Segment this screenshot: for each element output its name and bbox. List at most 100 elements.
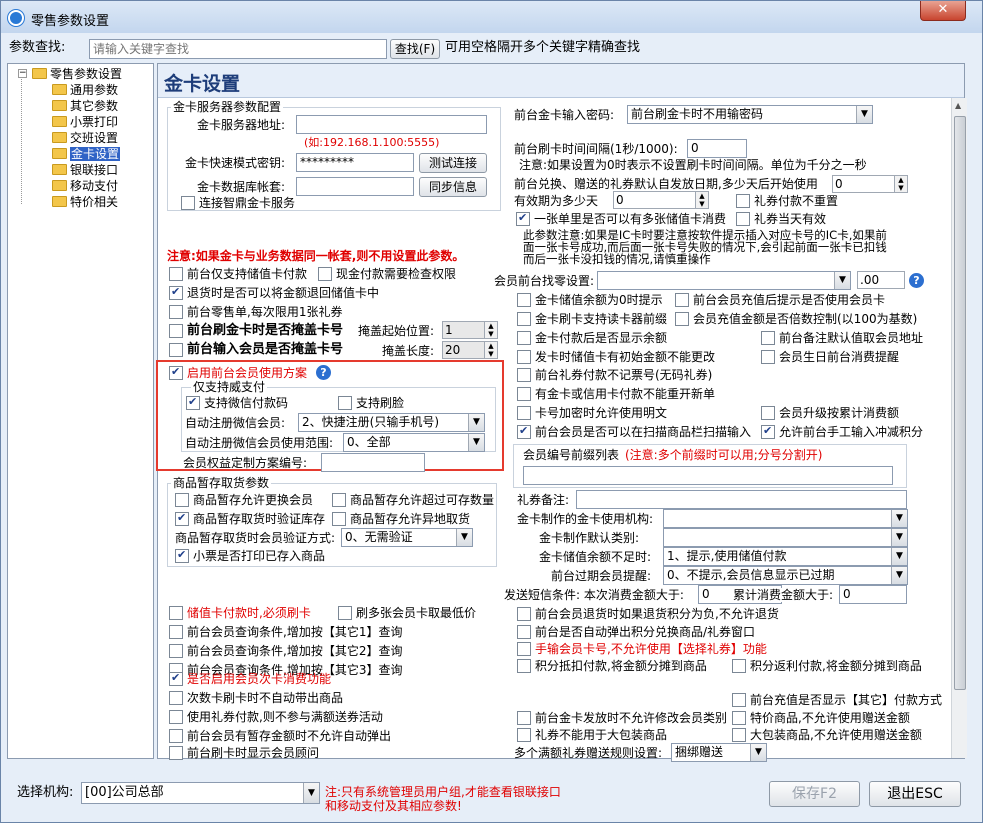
change-select[interactable]: ▼	[597, 271, 851, 290]
must-swipe-checkbox[interactable]: 储值卡付款时,必须刷卡	[169, 606, 311, 620]
initial-amount-checkbox[interactable]: 发卡时储值卡有初始金额不能更改	[517, 350, 715, 364]
show-other-pay-checkbox[interactable]: 前台充值是否显示【其它】付款方式	[732, 693, 942, 707]
coupon-no-promo-checkbox[interactable]: 使用礼券付款,则不参与满额送券活动	[169, 710, 383, 724]
mask-start-spinner[interactable]: 1 ▲ ▼	[442, 321, 498, 339]
db-input[interactable]	[296, 177, 414, 196]
hold-change-member-checkbox[interactable]: 商品暂存允许更换会员	[175, 493, 313, 507]
remark-address-checkbox[interactable]: 前台备注默认值取会员地址	[761, 331, 923, 345]
folder-icon	[52, 100, 67, 111]
vertical-scrollbar[interactable]: ▲	[951, 98, 967, 758]
footer-org-select[interactable]: [00]公司总部 ▼	[81, 782, 320, 804]
recharge-prompt-checkbox[interactable]: 前台会员充值后提示是否使用会员卡	[675, 293, 885, 307]
count-card-auto-checkbox[interactable]: 次数卡刷卡时不自动带出商品	[169, 691, 343, 705]
interval-input[interactable]: 0	[687, 139, 747, 158]
plan-input[interactable]	[321, 453, 425, 472]
gift-days-spinner[interactable]: 0 ▲ ▼	[832, 175, 908, 193]
scroll-up-icon[interactable]: ▲	[955, 101, 961, 110]
manual-card-coupon-checkbox[interactable]: 手输会员卡号,不允许使用【选择礼券】功能	[517, 642, 767, 656]
connect-smart-checkbox[interactable]: 连接智鼎金卡服务	[181, 196, 295, 210]
manual-points-checkbox[interactable]: 允许前台手工输入冲减积分	[761, 424, 923, 439]
help-icon[interactable]: ?	[909, 273, 924, 288]
auto-reg-select[interactable]: 2、快捷注册(只输手机号) ▼	[298, 413, 485, 432]
mask-card-checkbox[interactable]: 前台刷金卡时是否掩盖卡号	[169, 324, 343, 338]
query-other2-checkbox[interactable]: 前台会员查询条件,增加按【其它2】查询	[169, 644, 402, 658]
exit-button[interactable]: 退出ESC	[869, 781, 961, 807]
remark-input[interactable]	[576, 490, 907, 509]
tree-item-mobilepay[interactable]: 移动支付	[52, 178, 118, 194]
hold-print-checkbox[interactable]: 小票是否打印已存入商品	[175, 548, 325, 563]
refund-points-checkbox[interactable]: 前台会员退货时如果退货积分为负,不允许退货	[517, 607, 779, 621]
default-type-select[interactable]: ▼	[663, 528, 908, 547]
enable-member-plan-checkbox[interactable]: 启用前台会员使用方案	[169, 365, 307, 380]
upgrade-by-total-checkbox[interactable]: 会员升级按累计消费额	[761, 406, 899, 420]
scan-member-checkbox[interactable]: 前台会员是否可以在扫描商品栏扫描输入	[517, 424, 751, 439]
hold-verify-stock-checkbox[interactable]: 商品暂存取货时验证库存	[175, 511, 325, 526]
multi-card-checkbox[interactable]: 一张单里是否可以有多张储值卡消费	[516, 211, 726, 226]
coupon-no-repeat-checkbox[interactable]: 礼券付款不重置	[736, 194, 838, 208]
count-card-checkbox[interactable]: 是否启用会员次卡消费功能	[169, 671, 331, 686]
sync-button[interactable]: 同步信息	[419, 177, 487, 197]
tree-item-general[interactable]: 通用参数	[52, 82, 118, 98]
show-balance-checkbox[interactable]: 金卡付款后是否显示余额	[517, 331, 667, 345]
points-rebate-checkbox[interactable]: 积分返利付款,将金额分摊到商品	[732, 659, 922, 673]
tree-item-other[interactable]: 其它参数	[52, 98, 118, 114]
insufficient-select[interactable]: 1、提示,使用储值付款 ▼	[663, 547, 908, 566]
prefix-input[interactable]	[523, 466, 893, 485]
bulk-no-gift-checkbox[interactable]: 大包装商品,不允许使用赠送金额	[732, 728, 922, 742]
reader-prefix-checkbox[interactable]: 金卡刷卡支持读卡器前缀	[517, 312, 667, 326]
tree-root[interactable]: 零售参数设置	[32, 66, 122, 82]
tree-item-unionpay[interactable]: 银联接口	[52, 162, 118, 178]
no-code-coupon-checkbox[interactable]: 前台礼券付款不记票号(无码礼券)	[517, 368, 712, 382]
gift-rule-select[interactable]: 捆绑赠送 ▼	[671, 743, 767, 762]
cash-check-checkbox[interactable]: 现金付款需要检查权限	[318, 267, 456, 281]
points-deduct-checkbox[interactable]: 积分抵扣付款,将金额分摊到商品	[517, 659, 707, 673]
change-label: 会员前台找零设置:	[494, 274, 595, 288]
mask-member-checkbox[interactable]: 前台输入会员是否掩盖卡号	[169, 343, 343, 357]
collapse-toggle[interactable]: −	[18, 69, 27, 78]
no-change-type-checkbox[interactable]: 前台金卡发放时不允许修改会员类别	[517, 711, 727, 725]
coupon-no-bulk-checkbox[interactable]: 礼券不能用于大包装商品	[517, 728, 667, 742]
expire-select[interactable]: 0、不提示,会员信息显示已过期 ▼	[663, 566, 908, 585]
show-advisor-checkbox[interactable]: 前台刷卡时显示会员顾问	[169, 746, 319, 760]
close-button[interactable]: ✕	[920, 1, 966, 21]
hold-other-checkbox[interactable]: 商品暂存允许异地取货	[332, 512, 470, 526]
tree-item-special[interactable]: 特价相关	[52, 194, 118, 210]
valid-spinner[interactable]: 0 ▲ ▼	[613, 191, 709, 209]
change-amount[interactable]: .00	[857, 271, 905, 289]
no-reopen-checkbox[interactable]: 有金卡或信用卡付款不能重开新单	[517, 387, 715, 401]
mask-len-spinner[interactable]: 20 ▲ ▼	[442, 341, 498, 359]
test-connection-button[interactable]: 测试连接	[419, 153, 487, 173]
wechat-code-checkbox[interactable]: 支持微信付款码	[186, 395, 288, 410]
auto-popup-checkbox[interactable]: 前台是否自动弹出积分兑换商品/礼券窗口	[517, 625, 755, 639]
mask-len-label: 掩盖长度:	[382, 344, 435, 358]
tree-item-receipt[interactable]: 小票打印	[52, 114, 118, 130]
save-button[interactable]: 保存F2	[769, 781, 860, 807]
scroll-thumb[interactable]	[954, 116, 966, 690]
store-value-only-checkbox[interactable]: 前台仅支持储值卡付款	[169, 267, 307, 281]
hold-exceed-checkbox[interactable]: 商品暂存允许超过可存数量	[332, 493, 494, 507]
help-icon[interactable]: ?	[316, 365, 331, 380]
birthday-remind-checkbox[interactable]: 会员生日前台消费提醒	[761, 350, 899, 364]
tree-item-shift[interactable]: 交班设置	[52, 130, 118, 146]
pwd-select[interactable]: 前台刷金卡时不用输密码 ▼	[627, 105, 873, 124]
retail-limit-checkbox[interactable]: 前台零售单,每次限用1张礼券	[169, 305, 342, 319]
sms-total-input[interactable]: 0	[839, 585, 907, 604]
multi-member-lowest-checkbox[interactable]: 刷多张会员卡取最低价	[338, 606, 476, 620]
plaintext-checkbox[interactable]: 卡号加密时允许使用明文	[517, 406, 667, 420]
hold-no-popup-checkbox[interactable]: 前台会员有暂存金额时不允许自动弹出	[169, 729, 391, 743]
scope-select[interactable]: 0、全部 ▼	[343, 433, 485, 452]
key-input[interactable]: *********	[296, 153, 414, 172]
face-pay-checkbox[interactable]: 支持刷脸	[338, 396, 404, 410]
refund-to-card-checkbox[interactable]: 退货时是否可以将金额退回储值卡中	[169, 285, 379, 300]
search-button[interactable]: 查找(F)	[390, 39, 440, 59]
search-input[interactable]	[89, 39, 387, 59]
hold-verify-select[interactable]: 0、无需验证 ▼	[341, 528, 473, 547]
tree-item-goldcard[interactable]: 金卡设置	[52, 146, 121, 162]
org-select[interactable]: ▼	[663, 509, 908, 528]
special-no-gift-checkbox[interactable]: 特价商品,不允许使用赠送金额	[732, 711, 910, 725]
coupon-today-checkbox[interactable]: 礼券当天有效	[736, 212, 826, 226]
query-other1-checkbox[interactable]: 前台会员查询条件,增加按【其它1】查询	[169, 625, 402, 639]
server-address-input[interactable]	[296, 115, 487, 134]
zero-balance-checkbox[interactable]: 金卡储值余额为0时提示	[517, 293, 663, 307]
recharge-multiple-checkbox[interactable]: 会员充值金额是否倍数控制(以100为基数)	[675, 312, 917, 326]
